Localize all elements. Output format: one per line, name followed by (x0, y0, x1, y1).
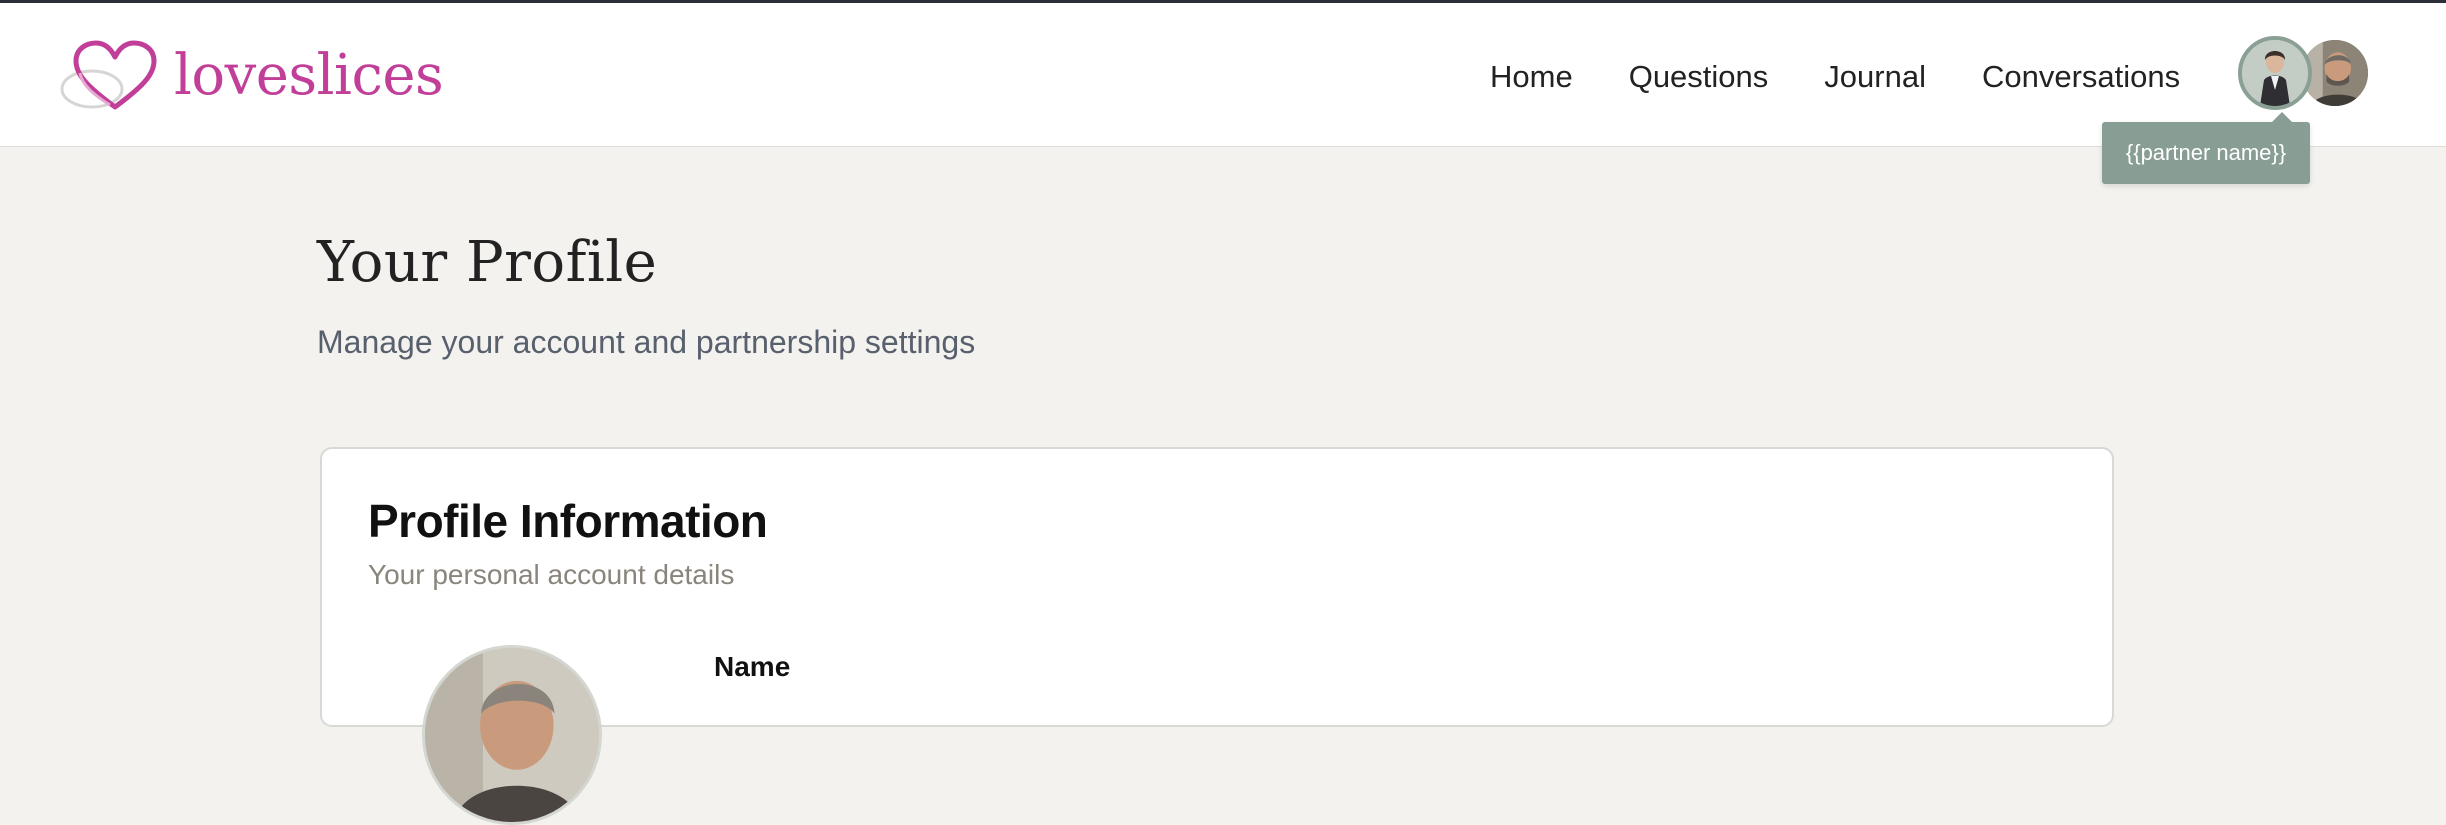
nav-questions[interactable]: Questions (1629, 53, 1769, 101)
heart-logo-icon (60, 40, 157, 110)
main-nav: Home Questions Journal Conversations (1490, 53, 2180, 101)
card-subtitle: Your personal account details (368, 559, 735, 590)
name-field-label: Name (714, 651, 791, 682)
page-subtitle: Manage your account and partnership sett… (317, 324, 976, 360)
nav-journal[interactable]: Journal (1824, 53, 1926, 101)
partner-name-tooltip: {{partner name}} (2102, 112, 2310, 184)
logo-link[interactable]: loveslices (60, 39, 444, 113)
profile-photo-icon (425, 648, 599, 822)
top-navigation-bar: loveslices Home Questions Journal Conver… (0, 3, 2446, 147)
card-title: Profile Information (368, 495, 768, 547)
nav-home[interactable]: Home (1490, 53, 1573, 101)
couple-avatars (2238, 36, 2370, 116)
nav-conversations[interactable]: Conversations (1982, 53, 2180, 101)
profile-photo[interactable] (422, 645, 602, 825)
profile-information-card: Profile Information Your personal accoun… (320, 447, 2114, 825)
partner-avatar[interactable] (2238, 36, 2312, 110)
page-title: Your Profile (317, 230, 658, 295)
avatar-partner-icon (2242, 40, 2308, 106)
brand-name: loveslices (174, 43, 444, 108)
